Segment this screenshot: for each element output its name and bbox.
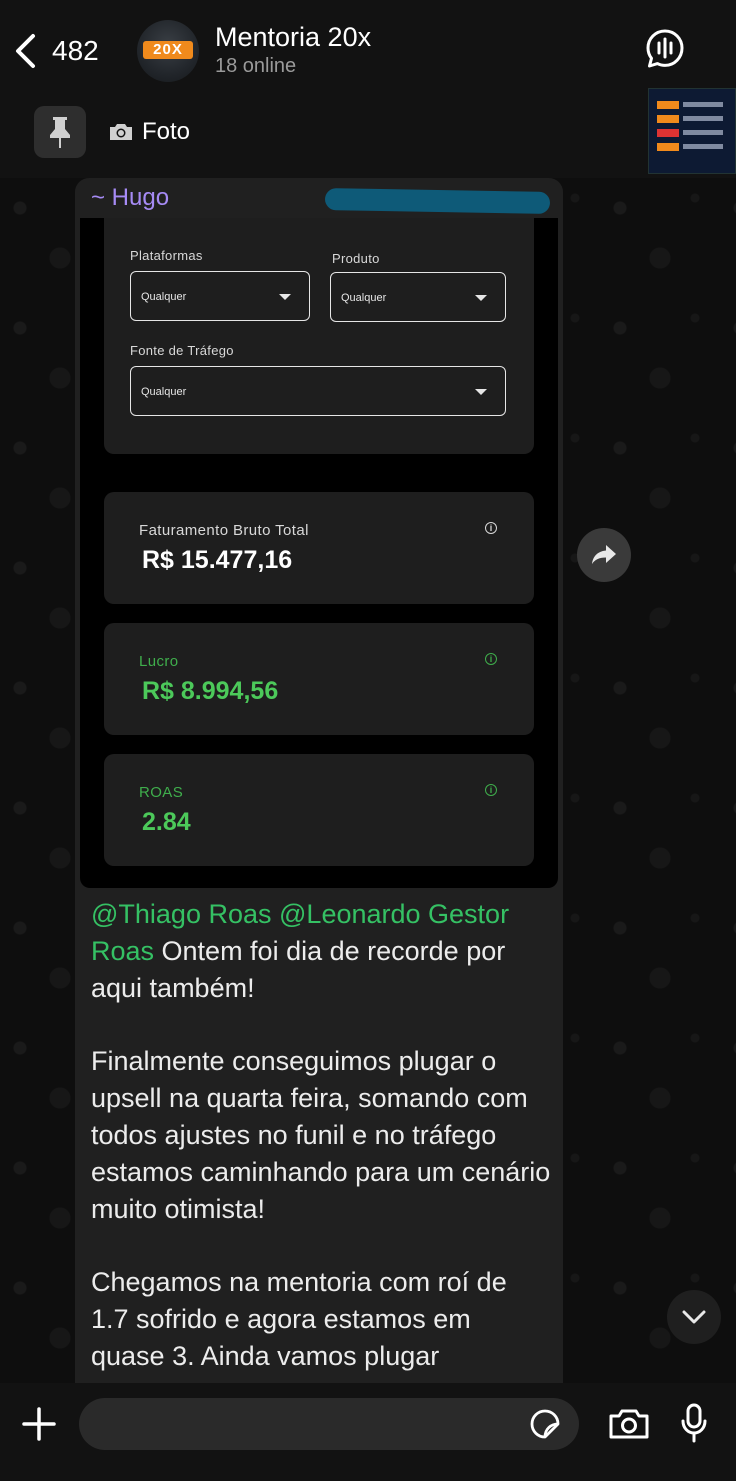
plus-icon xyxy=(22,1407,56,1441)
scroll-down-button[interactable] xyxy=(667,1290,721,1344)
info-icon: i xyxy=(485,784,497,796)
metric-card-roas: ROAS 2.84 i xyxy=(104,754,534,866)
forward-button[interactable] xyxy=(577,528,631,582)
caret-down-icon xyxy=(279,294,291,300)
pinned-label: Foto xyxy=(108,118,190,146)
caret-down-icon xyxy=(475,295,487,301)
mic-icon xyxy=(681,1403,707,1443)
filter-label-traffic: Fonte de Tráfego xyxy=(130,343,234,358)
sticker-icon xyxy=(530,1409,560,1439)
chat-header: 482 20X Mentoria 20x 18 online xyxy=(0,0,736,100)
group-avatar[interactable]: 20X xyxy=(137,20,199,82)
metric-label: ROAS xyxy=(139,784,184,801)
camera-icon xyxy=(609,1409,649,1439)
filter-value: Qualquer xyxy=(141,386,187,398)
filter-label-platforms: Plataformas xyxy=(130,248,203,263)
message-paragraph: @Thiago Roas @Leonardo Gestor Roas Ontem… xyxy=(91,896,551,1007)
voice-message-button[interactable] xyxy=(680,1403,708,1448)
filter-value: Qualquer xyxy=(341,292,387,304)
back-button[interactable]: 482 xyxy=(14,26,99,76)
chevron-down-icon xyxy=(682,1310,706,1324)
filter-value: Qualquer xyxy=(141,291,187,303)
message-screenshot[interactable]: Plataformas Qualquer Produto Qualquer Fo… xyxy=(80,218,558,888)
message-input-field[interactable] xyxy=(79,1398,579,1450)
message-paragraph-text: Ontem foi dia de recorde por aqui também… xyxy=(91,936,506,1003)
info-icon: i xyxy=(485,653,497,665)
pinned-text: Foto xyxy=(142,118,191,145)
filter-select-platforms: Qualquer xyxy=(130,271,310,321)
filter-label-product: Produto xyxy=(332,251,380,266)
info-icon: i xyxy=(485,522,497,534)
metric-label: Lucro xyxy=(139,653,179,670)
message-paragraph: Chegamos na mentoria com roí de 1.7 sofr… xyxy=(91,1267,507,1371)
pin-button[interactable] xyxy=(34,106,86,158)
filter-card: Plataformas Qualquer Produto Qualquer Fo… xyxy=(104,218,534,454)
metric-card-profit: Lucro R$ 8.994,56 i xyxy=(104,623,534,735)
metric-card-revenue: Faturamento Bruto Total R$ 15.477,16 i xyxy=(104,492,534,604)
mention-link[interactable]: @Thiago Roas xyxy=(91,899,272,929)
metric-value: R$ 8.994,56 xyxy=(142,677,279,705)
pin-icon xyxy=(50,117,70,148)
sticker-button[interactable] xyxy=(529,1408,561,1445)
filter-select-product: Qualquer xyxy=(330,272,506,322)
message-bubble[interactable]: ~ Hugo Plataformas Qualquer Produto Qual… xyxy=(75,178,563,1388)
metric-value: 2.84 xyxy=(142,808,191,836)
avatar-badge: 20X xyxy=(143,41,193,59)
message-paragraph: Finalmente conseguimos plugar o upsell n… xyxy=(91,1046,551,1224)
message-text: @Thiago Roas @Leonardo Gestor Roas Ontem… xyxy=(91,896,551,1411)
online-status: 18 online xyxy=(215,55,297,77)
sender-name[interactable]: ~ Hugo xyxy=(91,184,169,212)
chat-title[interactable]: Mentoria 20x xyxy=(215,22,371,53)
message-input[interactable] xyxy=(97,1408,521,1442)
unread-count: 482 xyxy=(52,35,99,66)
filter-select-traffic: Qualquer xyxy=(130,366,506,416)
pinned-message-bar[interactable]: Foto xyxy=(0,88,736,179)
message-input-bar xyxy=(0,1383,736,1481)
chevron-left-icon xyxy=(16,34,35,68)
pinned-thumbnail[interactable] xyxy=(648,88,736,174)
audio-chat-button[interactable] xyxy=(645,28,685,75)
caret-down-icon xyxy=(475,389,487,395)
camera-button[interactable] xyxy=(608,1408,650,1445)
metric-label: Faturamento Bruto Total xyxy=(139,522,309,539)
redacted-scribble xyxy=(324,188,551,214)
metric-value: R$ 15.477,16 xyxy=(142,546,293,574)
camera-icon xyxy=(110,124,132,140)
forward-icon xyxy=(592,545,616,564)
audio-chat-icon xyxy=(646,29,684,68)
attach-button[interactable] xyxy=(22,1407,56,1446)
